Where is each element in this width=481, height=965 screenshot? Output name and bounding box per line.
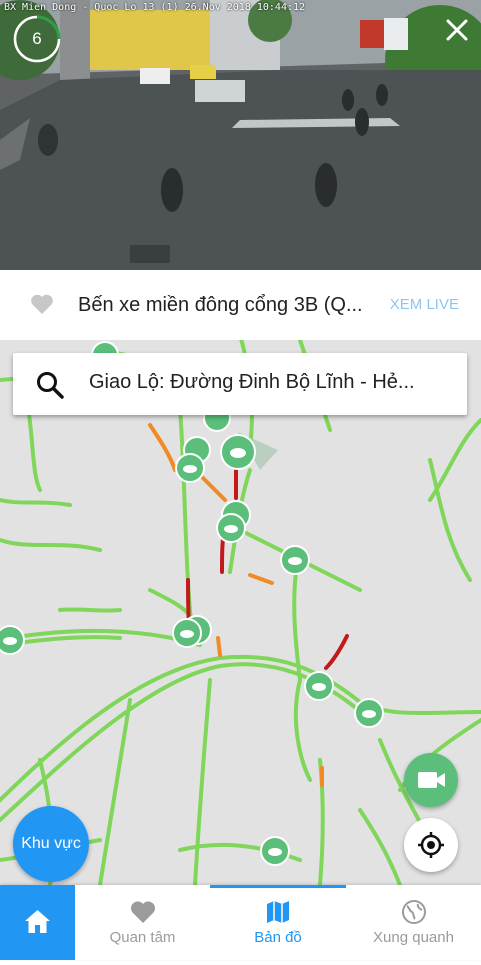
tab-nearby[interactable]: Xung quanh [346,885,481,960]
heart-icon [31,294,53,314]
search-input[interactable]: Giao Lộ: Đường Đinh Bộ Lĩnh - Hẻ... [89,371,461,394]
video-camera-icon [418,772,445,788]
nav-home[interactable] [0,885,75,960]
favorite-button[interactable] [30,293,54,315]
tab-map-label: Bản đồ [254,929,302,946]
tab-nearby-label: Xung quanh [373,929,454,946]
countdown-number: 6 [32,29,42,48]
watch-live-button[interactable]: XEM LIVE [390,296,459,313]
refresh-countdown: 6 [12,14,62,64]
close-icon [446,19,468,41]
heart-icon [130,901,155,923]
my-location-button[interactable] [404,818,458,872]
camera-info-bar: Bến xe miền đông cổng 3B (Q... XEM LIVE [0,270,481,340]
globe-icon [401,900,426,924]
map-icon [267,901,289,923]
crosshair-icon [418,832,444,858]
tab-map[interactable]: Bản đồ [210,885,346,960]
area-button[interactable]: Khu vực [13,806,89,882]
camera-live-view[interactable]: BX Mien Dong - Quoc Lo 13 (1) 26.Nov 201… [0,0,481,270]
search-bar[interactable]: Giao Lộ: Đường Đinh Bộ Lĩnh - Hẻ... [13,353,467,415]
close-button[interactable] [439,12,475,48]
search-icon [37,372,64,399]
bottom-navigation: Quan tâm Bản đồ Xung quanh [0,885,481,960]
video-camera-button[interactable] [404,753,458,807]
camera-marker-icon[interactable] [220,432,278,470]
tab-favorites[interactable]: Quan tâm [75,885,210,960]
home-icon [25,910,50,933]
camera-timestamp-overlay: BX Mien Dong - Quoc Lo 13 (1) 26.Nov 201… [4,2,306,13]
camera-street-scene [0,0,481,270]
tab-favorites-label: Quan tâm [109,929,176,946]
camera-name: Bến xe miền đông cổng 3B (Q... [78,294,363,316]
